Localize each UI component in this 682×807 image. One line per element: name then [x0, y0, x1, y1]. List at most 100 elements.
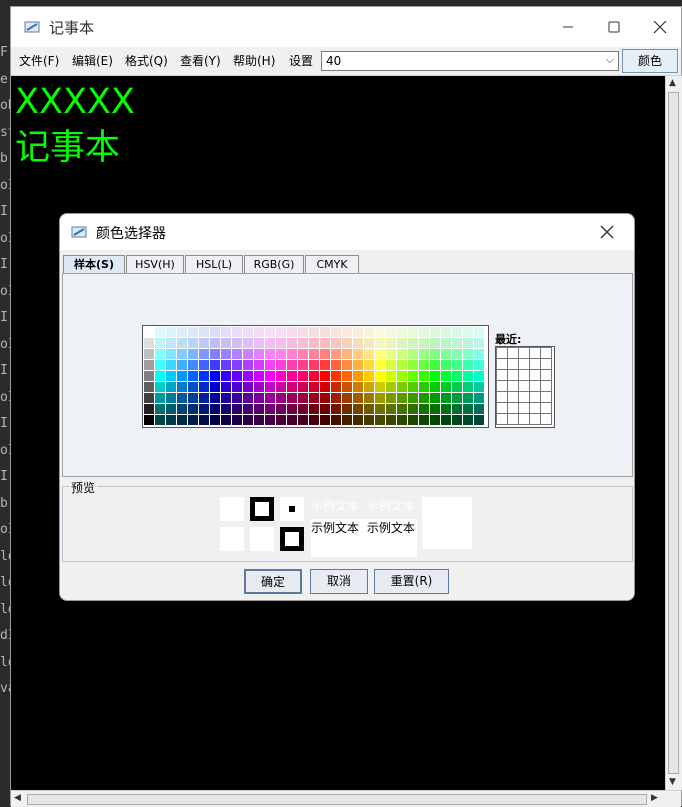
color-swatch[interactable] [320, 371, 330, 381]
color-swatch[interactable] [320, 393, 330, 403]
recent-color-swatch[interactable] [518, 391, 530, 403]
color-swatch[interactable] [441, 404, 451, 414]
color-swatch[interactable] [309, 338, 319, 348]
color-swatch[interactable] [276, 415, 286, 425]
color-swatch[interactable] [221, 371, 231, 381]
color-swatch[interactable] [221, 338, 231, 348]
recent-color-swatch[interactable] [507, 358, 519, 370]
color-swatch[interactable] [188, 415, 198, 425]
color-swatch[interactable] [430, 327, 440, 337]
color-swatch[interactable] [419, 371, 429, 381]
color-swatch[interactable] [254, 382, 264, 392]
color-swatch[interactable] [265, 349, 275, 359]
recent-color-swatch[interactable] [518, 380, 530, 392]
color-button[interactable]: 颜色 [622, 49, 678, 73]
color-swatch[interactable] [463, 327, 473, 337]
color-swatch[interactable] [331, 327, 341, 337]
recent-swatch-grid[interactable] [495, 346, 555, 428]
color-swatch[interactable] [309, 360, 319, 370]
color-swatch[interactable] [386, 404, 396, 414]
color-swatch[interactable] [243, 349, 253, 359]
color-swatch[interactable] [276, 393, 286, 403]
color-swatch[interactable] [342, 338, 352, 348]
menu-view[interactable]: 查看(Y) [180, 52, 221, 69]
color-swatch[interactable] [320, 327, 330, 337]
color-swatch[interactable] [452, 382, 462, 392]
color-swatch[interactable] [199, 393, 209, 403]
color-swatch[interactable] [265, 393, 275, 403]
color-swatch[interactable] [408, 382, 418, 392]
color-swatch[interactable] [210, 393, 220, 403]
color-swatch[interactable] [243, 371, 253, 381]
color-swatch[interactable] [166, 327, 176, 337]
cancel-button[interactable]: 取消 [310, 569, 368, 594]
color-swatch[interactable] [232, 327, 242, 337]
color-swatch[interactable] [232, 371, 242, 381]
color-swatch[interactable] [364, 338, 374, 348]
color-swatch[interactable] [210, 349, 220, 359]
horizontal-scroll-thumb[interactable] [27, 794, 647, 805]
color-swatch[interactable] [177, 360, 187, 370]
color-swatch[interactable] [474, 327, 484, 337]
tab-swatches[interactable]: 样本(S) [63, 255, 125, 273]
color-swatch[interactable] [441, 338, 451, 348]
color-swatch[interactable] [210, 415, 220, 425]
recent-color-swatch[interactable] [540, 413, 552, 425]
color-swatch[interactable] [430, 415, 440, 425]
color-swatch[interactable] [265, 360, 275, 370]
color-swatch[interactable] [232, 349, 242, 359]
recent-color-swatch[interactable] [529, 391, 541, 403]
color-swatch[interactable] [243, 404, 253, 414]
color-swatch[interactable] [375, 404, 385, 414]
color-swatch[interactable] [144, 382, 154, 392]
color-swatch[interactable] [320, 404, 330, 414]
color-swatch[interactable] [254, 360, 264, 370]
reset-button[interactable]: 重置(R) [374, 569, 449, 594]
color-swatch[interactable] [298, 338, 308, 348]
color-swatch[interactable] [386, 393, 396, 403]
color-swatch[interactable] [155, 393, 165, 403]
color-swatch[interactable] [320, 338, 330, 348]
color-swatch[interactable] [166, 371, 176, 381]
color-swatch[interactable] [155, 349, 165, 359]
title-bar[interactable]: 记事本 [11, 7, 681, 47]
color-swatch[interactable] [331, 404, 341, 414]
color-swatch[interactable] [254, 371, 264, 381]
color-swatch[interactable] [199, 382, 209, 392]
color-swatch[interactable] [210, 327, 220, 337]
color-swatch[interactable] [353, 404, 363, 414]
recent-color-swatch[interactable] [507, 369, 519, 381]
color-swatch[interactable] [353, 338, 363, 348]
color-swatch[interactable] [287, 382, 297, 392]
color-swatch[interactable] [353, 327, 363, 337]
color-swatch[interactable] [419, 404, 429, 414]
color-swatch[interactable] [452, 415, 462, 425]
tab-rgb[interactable]: RGB(G) [244, 255, 304, 273]
color-swatch[interactable] [155, 415, 165, 425]
color-swatch[interactable] [199, 349, 209, 359]
color-swatch[interactable] [419, 349, 429, 359]
color-swatch[interactable] [397, 393, 407, 403]
color-swatch[interactable] [320, 349, 330, 359]
color-swatch[interactable] [353, 415, 363, 425]
recent-color-swatch[interactable] [518, 413, 530, 425]
color-swatch[interactable] [144, 327, 154, 337]
color-swatch[interactable] [221, 349, 231, 359]
recent-color-swatch[interactable] [496, 413, 508, 425]
recent-color-swatch[interactable] [518, 369, 530, 381]
color-swatch[interactable] [221, 382, 231, 392]
color-swatch[interactable] [188, 327, 198, 337]
color-swatch[interactable] [188, 371, 198, 381]
menu-file[interactable]: 文件(F) [19, 52, 59, 69]
color-swatch[interactable] [166, 393, 176, 403]
color-swatch[interactable] [309, 349, 319, 359]
color-swatch[interactable] [375, 415, 385, 425]
color-swatch[interactable] [474, 371, 484, 381]
color-swatch[interactable] [287, 371, 297, 381]
color-swatch[interactable] [452, 360, 462, 370]
color-swatch[interactable] [375, 349, 385, 359]
color-swatch[interactable] [265, 338, 275, 348]
recent-color-swatch[interactable] [507, 391, 519, 403]
color-swatch[interactable] [232, 415, 242, 425]
color-swatch[interactable] [452, 404, 462, 414]
